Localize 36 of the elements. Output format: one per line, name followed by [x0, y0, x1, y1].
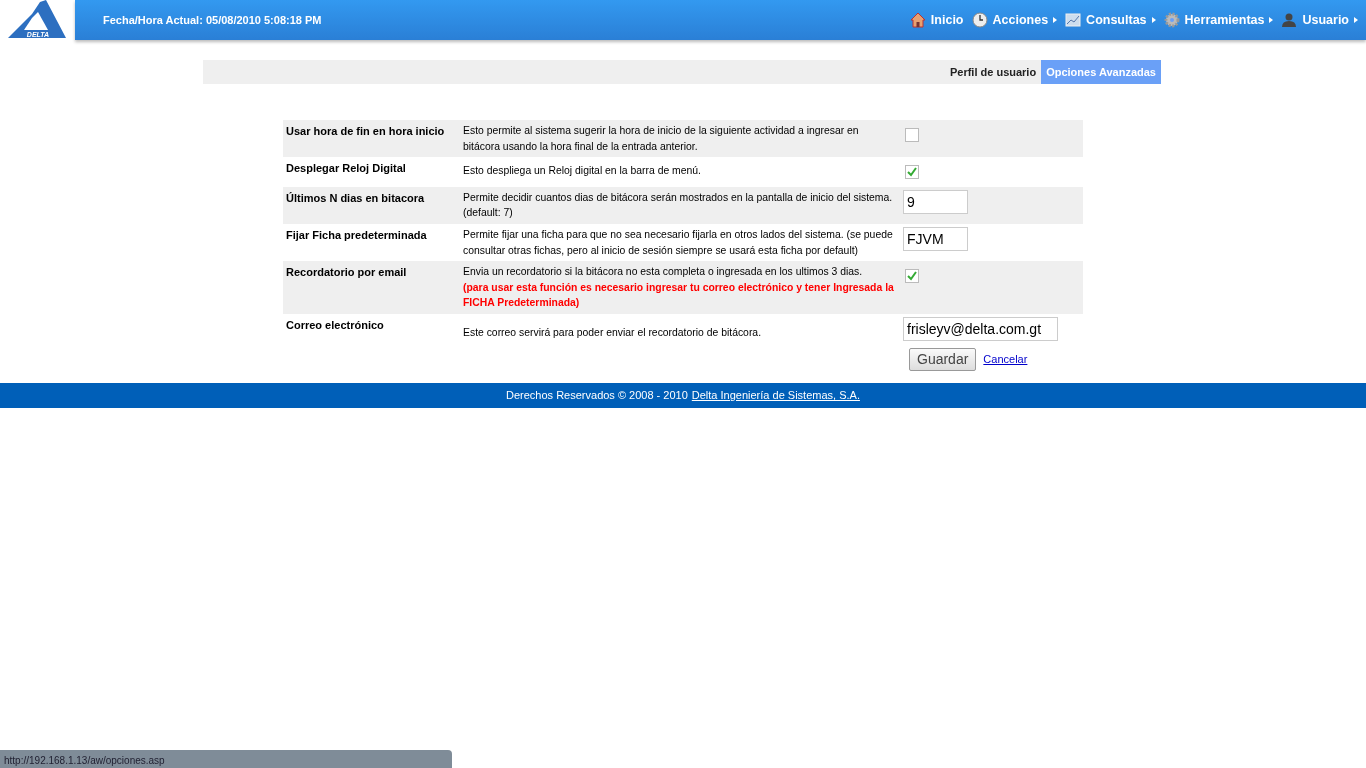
checkbox[interactable] — [905, 165, 919, 180]
menu-item[interactable]: Acciones — [971, 10, 1058, 30]
input-field[interactable]: FJVM — [903, 226, 968, 251]
menu-item[interactable]: Usuario — [1281, 10, 1358, 30]
save-button[interactable]: Guardar — [909, 348, 977, 371]
option-description: Envia un recordatorio si la bitácora no esta completa o ingresada en los ultimos 3 dias. — [463, 265, 864, 280]
input-field[interactable]: frisleyv@delta.com.gt — [903, 317, 1058, 341]
input-field[interactable]: 9 — [903, 189, 968, 214]
option-description: Este correo servirá para poder enviar el recordatorio de bitácora. — [463, 326, 762, 340]
status-bar-url: http://192.168.1.13/aw/opciones.asp — [0, 750, 452, 768]
option-description: Permite fijar una ficha para que no sea necesario fijarla en otros lados del sistema. (se puede consultar otras fichas, pero al inicio de sesión siempre se usará esta ficha por default) — [463, 227, 894, 258]
house-icon — [909, 12, 926, 28]
option-description: Permite decidir cuantos dias de bitácora serán mostrados en la pantalla de inicio del sistema. (default: 7) — [463, 190, 894, 221]
tab[interactable]: Perfil de usuario — [944, 60, 1042, 84]
option-description: Esto permite al sistema sugerir la hora de inicio de la siguiente actividad a ingresar en bitácora usando la hora final de la entrada anterior. — [463, 124, 860, 154]
user-icon — [1281, 12, 1298, 28]
option-description: Esto despliega un Reloj digital en la barra de menú. — [463, 164, 702, 179]
clock-icon — [971, 12, 988, 28]
chart-icon — [1065, 12, 1082, 28]
current-datetime: Fecha/Hora Actual: 05/08/2010 5:08:18 PM — [103, 12, 322, 28]
menu-item[interactable]: Inicio — [909, 10, 964, 30]
option-label: Usar hora de fin en hora inicio — [286, 125, 445, 137]
option-label: Correo electrónico — [286, 319, 384, 331]
cancel-link[interactable]: Cancelar — [983, 351, 1028, 368]
option-label: Desplegar Reloj Digital — [286, 162, 406, 175]
option-label: Últimos N dias en bitacora — [286, 191, 425, 204]
settings-icon — [1163, 12, 1180, 28]
option-label: Recordatorio por email — [286, 266, 407, 279]
checkbox[interactable] — [905, 128, 919, 142]
company-link[interactable]: Delta Ingeniería de Sistemas, S.A. — [691, 387, 860, 404]
copyright-text: Derechos Reservados © 2008 - 2010 — [506, 388, 688, 404]
option-label: Fijar Ficha predeterminada — [286, 228, 427, 241]
menu-item[interactable]: Consultas — [1065, 10, 1156, 30]
checkbox[interactable] — [905, 269, 919, 284]
menu-item[interactable]: Herramientas — [1163, 10, 1274, 30]
warning-note: (para usar esta función es necesario ingresar tu correo electrónico y tener Ingresada la FICHA Predeterminada) — [463, 280, 895, 311]
